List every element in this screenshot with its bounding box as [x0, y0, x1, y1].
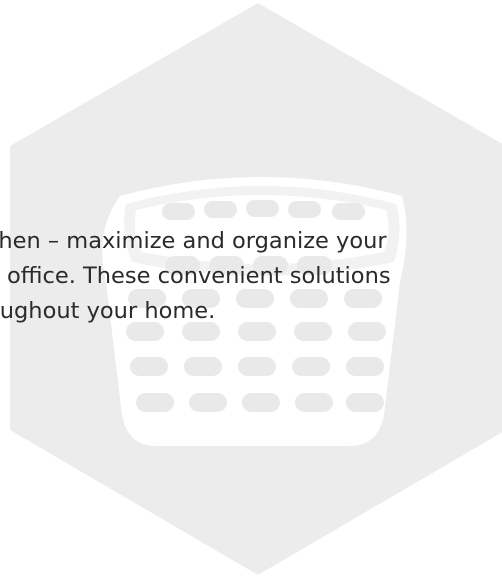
description-line-2: e office. These convenient solutions: [0, 263, 391, 289]
description-text: chen – maximize and organize your e offi…: [0, 224, 502, 329]
page: chen – maximize and organize your e offi…: [0, 0, 502, 582]
description-line-3: oughout your home.: [0, 298, 216, 324]
description-line-1: chen – maximize and organize your: [0, 228, 387, 254]
